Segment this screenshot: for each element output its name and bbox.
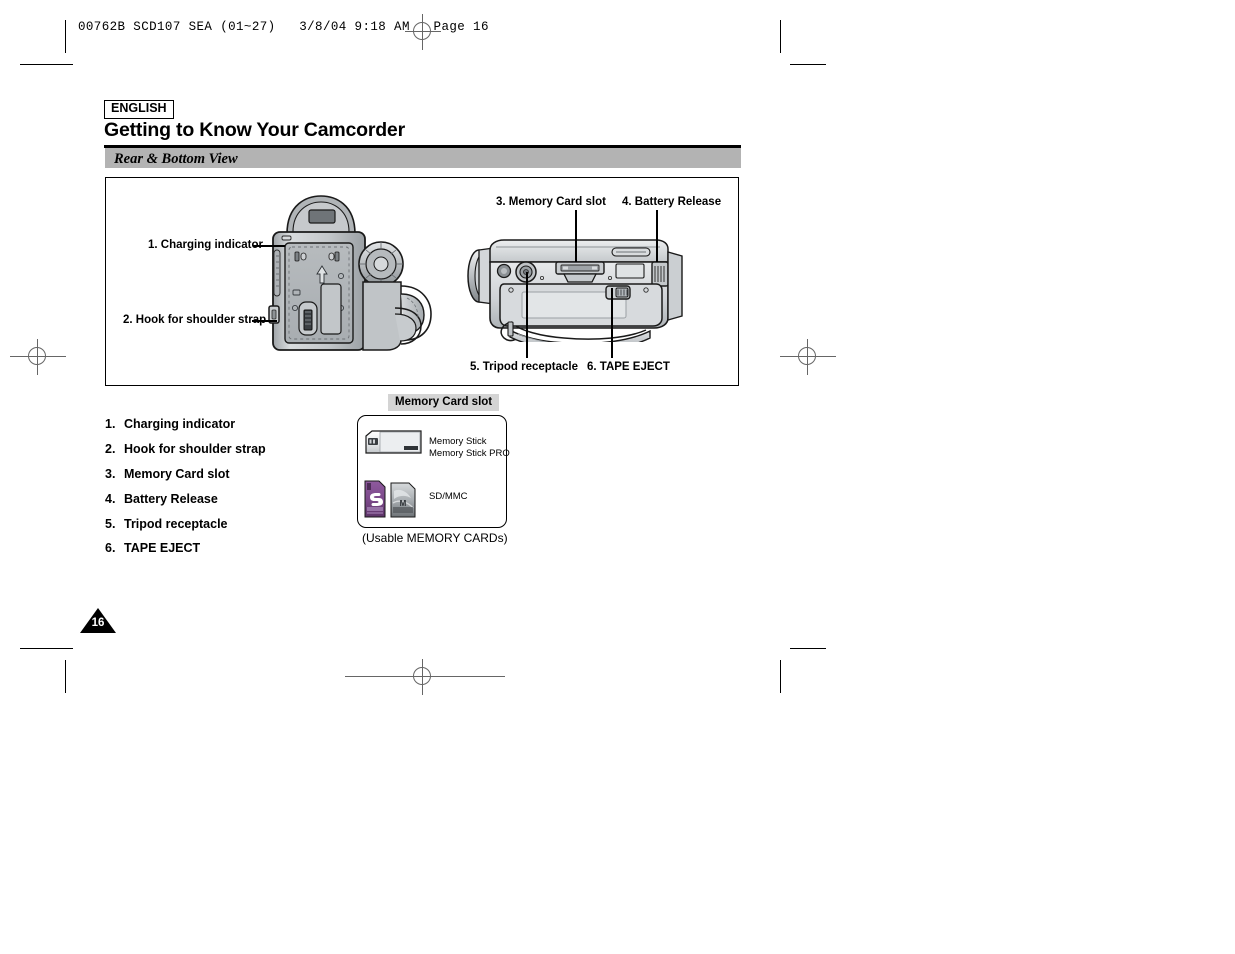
list-item: 4. Battery Release: [105, 492, 355, 506]
section-header-bar: Rear & Bottom View: [105, 148, 741, 168]
list-item-number: 4.: [105, 491, 116, 506]
callout-tripod-receptacle: 5. Tripod receptacle: [470, 361, 579, 373]
leader-line-charging-indicator: [253, 245, 285, 247]
list-item-label: Charging indicator: [124, 417, 236, 431]
list-item-number: 6.: [105, 541, 116, 556]
crop-mark-top-left-h: [20, 64, 73, 65]
sd-mmc-card-icon: M: [364, 480, 416, 518]
registration-mark-bottom-center: [345, 659, 505, 695]
list-item-number: 3.: [105, 466, 116, 481]
memory-card-caption: (Usable MEMORY CARDs): [362, 531, 508, 545]
list-item: 5. Tripod receptacle: [105, 517, 355, 531]
memory-card-slot-badge: Memory Card slot: [388, 394, 500, 411]
list-item: 3. Memory Card slot: [105, 467, 355, 481]
list-item-label: Memory Card slot: [124, 466, 230, 481]
registration-mark-right: [780, 339, 836, 375]
sd-mmc-label: SD/MMC: [429, 491, 468, 502]
page-number: 16: [91, 617, 105, 629]
list-item-number: 1.: [105, 417, 116, 431]
list-item-number: 5.: [105, 516, 116, 531]
memory-stick-icon: [365, 430, 422, 454]
list-item: 2. Hook for shoulder strap: [105, 442, 355, 456]
leader-line-memory-card-slot: [575, 210, 577, 262]
memory-stick-label-line2: Memory Stick PRO: [429, 448, 510, 459]
registration-mark-left: [10, 339, 66, 375]
list-item: 1. Charging indicator: [105, 417, 355, 431]
page-number-badge: 16: [80, 608, 116, 633]
crop-mark-bottom-right-h: [790, 648, 826, 649]
callout-charging-indicator: 1. Charging indicator: [148, 239, 264, 251]
crop-mark-top-right-h: [790, 64, 826, 65]
print-slug: 00762B SCD107 SEA (01~27) 3/8/04 9:18 AM…: [78, 20, 489, 34]
page-title: Getting to Know Your Camcorder: [104, 119, 405, 141]
memory-stick-label-line1: Memory Stick: [429, 436, 487, 447]
crop-mark-top-left-v: [65, 20, 66, 53]
language-badge: ENGLISH: [104, 100, 174, 119]
crop-mark-bottom-left-h: [20, 648, 73, 649]
crop-mark-bottom-left-v: [65, 660, 66, 693]
callout-memory-card-slot: 3. Memory Card slot: [496, 196, 606, 208]
camcorder-rear-view-illustration: [268, 195, 432, 351]
svg-text:M: M: [400, 499, 407, 508]
camcorder-bottom-view-illustration: [467, 239, 683, 342]
list-item: 6. TAPE EJECT: [105, 541, 355, 555]
crop-mark-bottom-right-v: [780, 660, 781, 693]
parts-list: 1. Charging indicator 2. Hook for should…: [105, 417, 355, 566]
leader-line-tape-eject: [611, 288, 613, 358]
list-item-label: Battery Release: [124, 491, 218, 506]
document-page: 00762B SCD107 SEA (01~27) 3/8/04 9:18 AM…: [0, 0, 1235, 954]
callout-hook-for-shoulder-strap: 2. Hook for shoulder strap: [123, 314, 267, 326]
section-header-label: Rear & Bottom View: [114, 151, 238, 167]
leader-line-tripod-receptacle: [526, 272, 528, 358]
list-item-label: Tripod receptacle: [124, 516, 228, 531]
list-item-label: TAPE EJECT: [124, 541, 201, 556]
list-item-number: 2.: [105, 441, 116, 456]
leader-line-hook-for-shoulder-strap: [252, 320, 277, 322]
leader-line-battery-release: [656, 210, 658, 262]
callout-tape-eject: 6. TAPE EJECT: [587, 361, 670, 373]
list-item-label: Hook for shoulder strap: [124, 441, 266, 456]
callout-battery-release: 4. Battery Release: [622, 196, 722, 208]
crop-mark-top-right-v: [780, 20, 781, 53]
